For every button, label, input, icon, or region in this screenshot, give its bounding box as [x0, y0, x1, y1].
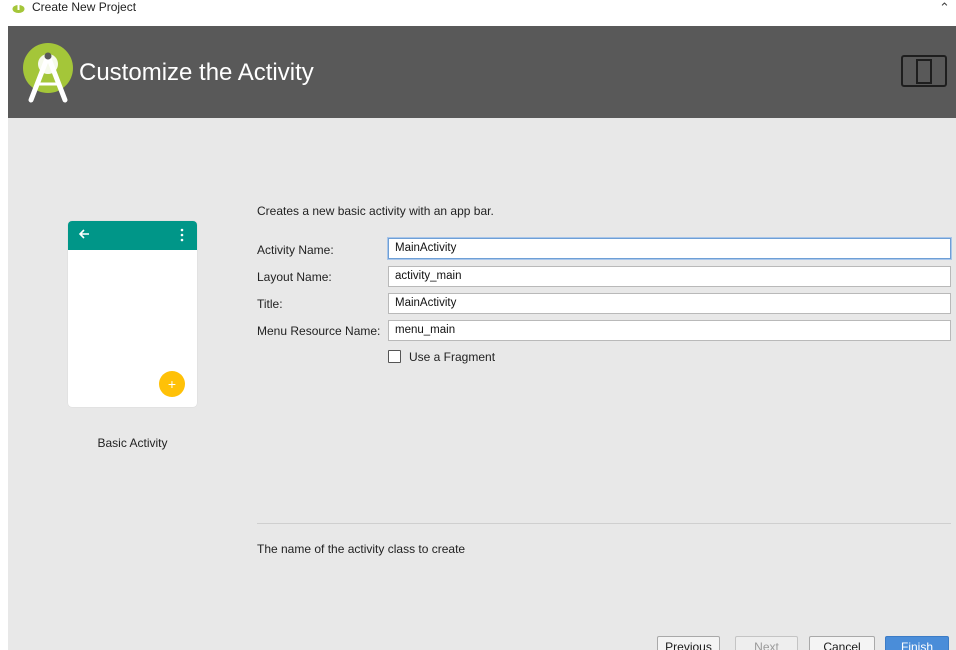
activity-preview: + [68, 221, 197, 407]
next-button[interactable]: Next [735, 636, 798, 650]
divider [257, 523, 951, 524]
activity-description: Creates a new basic activity with an app… [257, 204, 494, 218]
device-frame-icon [901, 55, 947, 87]
layout-name-label: Layout Name: [257, 270, 332, 284]
preview-app-bar [68, 221, 197, 250]
more-vert-icon [180, 228, 184, 242]
template-name: Basic Activity [97, 436, 168, 450]
finish-button[interactable]: Finish [885, 636, 949, 650]
use-fragment-label: Use a Fragment [409, 350, 496, 364]
arrow-back-icon [78, 229, 89, 239]
field-help-text: The name of the activity class to create [257, 542, 466, 556]
wizard-content: + Basic Activity Creates a new basic act… [8, 118, 956, 650]
window-title: Create New Project [32, 0, 137, 14]
activity-name-label: Activity Name: [257, 243, 334, 257]
menu-resource-name-label: Menu Resource Name: [257, 324, 381, 338]
chevron-up-icon[interactable]: ⌃ [939, 0, 950, 16]
activity-name-input[interactable]: MainActivity [388, 238, 951, 259]
title-label: Title: [257, 297, 283, 311]
menu-resource-name-input[interactable]: menu_main [388, 320, 951, 341]
plus-icon: + [167, 376, 177, 392]
title-input[interactable]: MainActivity [388, 293, 951, 314]
android-studio-icon [12, 4, 25, 13]
cancel-button[interactable]: Cancel [809, 636, 875, 650]
use-fragment-checkbox[interactable] [388, 350, 401, 363]
page-heading: Customize the Activity [79, 59, 314, 86]
layout-name-input[interactable]: activity_main [388, 266, 951, 287]
header-banner: Customize the Activity [8, 26, 956, 118]
window-titlebar: Create New Project ⌃ [0, 0, 956, 22]
android-studio-logo [23, 43, 73, 103]
previous-button[interactable]: Previous [657, 636, 720, 650]
preview-fab: + [159, 371, 185, 397]
